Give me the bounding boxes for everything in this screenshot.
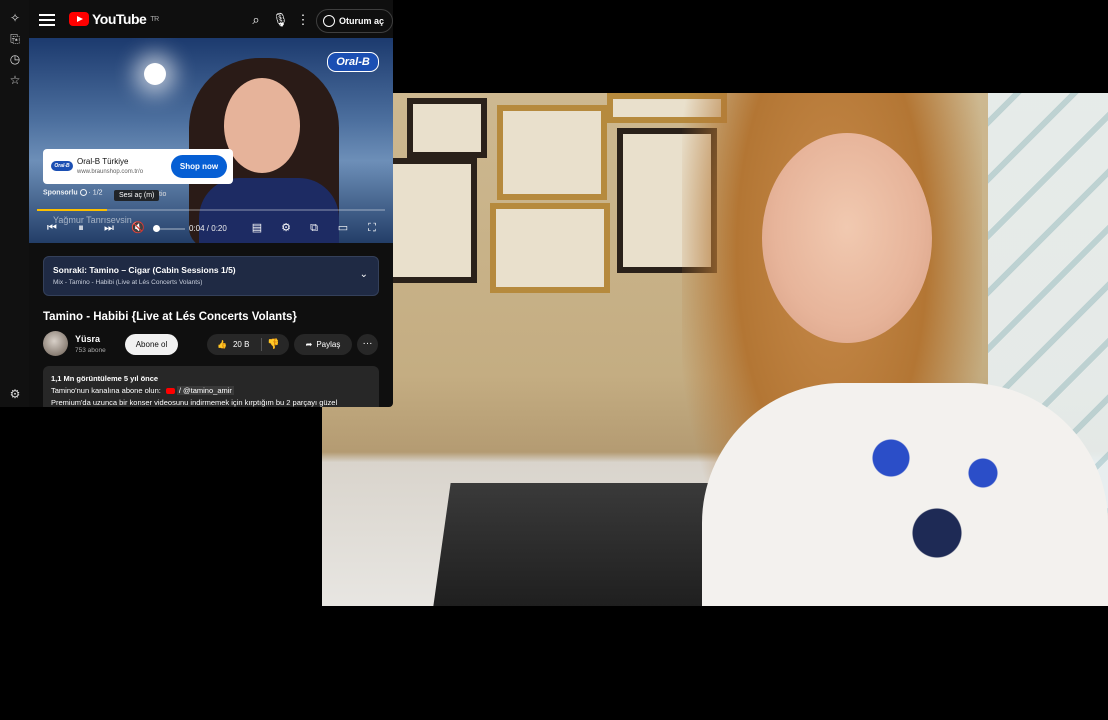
- ad-card[interactable]: Oral-B Oral-B Türkiye www.braunshop.com.…: [43, 149, 233, 184]
- bench: [433, 483, 721, 606]
- shirt-print: [822, 413, 1052, 563]
- wall-art-frame: [407, 98, 487, 158]
- captions-icon[interactable]: ▤: [249, 220, 265, 236]
- up-next-title: Sonraki: Tamino – Cigar (Cabin Sessions …: [53, 265, 236, 275]
- previous-icon[interactable]: ⏮: [44, 220, 60, 236]
- logo-text: YouTube: [92, 11, 147, 27]
- mute-tooltip: Sesi aç (m): [114, 190, 160, 201]
- channel-handle-link[interactable]: / @tamino_amir: [176, 386, 234, 395]
- search-icon[interactable]: ⌕: [248, 12, 264, 28]
- like-button[interactable]: 👍 20 B: [217, 334, 249, 355]
- pause-icon[interactable]: ⏸: [73, 220, 89, 236]
- logo-region: TR: [150, 15, 159, 23]
- history-icon[interactable]: ◷: [7, 51, 23, 67]
- description-line: Tamino'nun kanalına abone olun: / @tamino…: [51, 386, 234, 395]
- sponsor-label: Sponsorlu · 1/2: [43, 189, 103, 196]
- channel-name[interactable]: Yüsra: [75, 334, 100, 344]
- advertiser-name: Oral-B Türkiye: [77, 157, 129, 166]
- progress-fill: [37, 209, 107, 211]
- gear-icon[interactable]: ⚙: [7, 386, 23, 402]
- dislike-button[interactable]: 👎: [267, 334, 279, 355]
- youtube-play-icon: [69, 12, 89, 26]
- subscribe-button[interactable]: Abone ol: [125, 334, 178, 355]
- brand-logo: Oral-B: [327, 52, 379, 72]
- webcam-video-feed: [322, 93, 1108, 606]
- time-display: 0:04 / 0:20: [189, 224, 227, 233]
- more-horizontal-icon: ···: [362, 338, 373, 349]
- share-button[interactable]: ➦ Paylaş: [294, 334, 352, 355]
- microphone-icon[interactable]: 🎙: [272, 12, 289, 28]
- shop-now-button[interactable]: Shop now: [171, 155, 227, 178]
- translate-icon[interactable]: ⎘: [7, 31, 23, 47]
- like-count: 20 B: [232, 340, 250, 349]
- sign-in-button[interactable]: Oturum aç: [316, 9, 393, 33]
- hamburger-menu-icon[interactable]: [39, 11, 55, 27]
- youtube-mini-icon: [165, 388, 175, 395]
- thumbs-down-icon: 👎: [267, 339, 280, 350]
- description-text: Tamino'nun kanalına abone olun:: [51, 386, 161, 395]
- ad-model-face: [224, 78, 300, 173]
- up-next-subtitle: Mix - Tamino - Habibi (Live at Lés Conce…: [53, 279, 203, 286]
- advertiser-logo: Oral-B: [51, 161, 73, 171]
- youtube-logo[interactable]: YouTube TR: [69, 11, 159, 27]
- sponsor-text: Sponsorlu: [43, 189, 78, 197]
- studio-light: [144, 63, 166, 85]
- wall-art-frame: [490, 203, 610, 293]
- divider: [261, 338, 262, 351]
- account-icon: [323, 15, 335, 27]
- more-vertical-icon[interactable]: ⋮: [295, 12, 311, 28]
- subscriber-count: 753 abone: [75, 347, 106, 354]
- chevron-down-icon[interactable]: ⌄: [360, 269, 368, 280]
- theater-mode-icon[interactable]: ▭: [335, 220, 351, 236]
- thumbs-up-icon: 👍: [217, 340, 227, 349]
- settings-icon[interactable]: ⚙: [278, 220, 294, 236]
- left-rail: ✧ ⎘ ◷ ☆ ⚙: [0, 0, 29, 407]
- up-next-card[interactable]: Sonraki: Tamino – Cigar (Cabin Sessions …: [43, 256, 379, 296]
- wall-art-frame: [497, 105, 607, 200]
- volume-knob[interactable]: [153, 225, 160, 232]
- next-icon[interactable]: ⏭: [101, 220, 117, 236]
- description-text: Premium'da uzunca bir konser videosunu i…: [51, 398, 338, 407]
- view-stats: 1,1 Mn görüntüleme 5 yıl önce: [51, 374, 159, 383]
- miniplayer-icon[interactable]: ⧉: [306, 220, 322, 236]
- sponsor-count: · 1/2: [88, 189, 103, 197]
- more-actions-button[interactable]: ···: [357, 334, 378, 355]
- like-dislike-group: 👍 20 B 👎: [207, 334, 289, 355]
- tooltip-trailing-text: tio: [159, 191, 167, 198]
- share-label: Paylaş: [316, 340, 341, 349]
- sparkle-icon[interactable]: ✧: [7, 10, 23, 26]
- video-title: Tamino - Habibi {Live at Lés Concerts Vo…: [43, 311, 297, 323]
- wall-art-frame: [382, 158, 477, 283]
- youtube-header: YouTube TR ⌕ 🎙 ⋮ Oturum aç: [29, 0, 393, 38]
- player-controls: ⏮ ⏸ ⏭ 🔇 0:04 / 0:20 ▤ ⚙ ⧉ ▭ ⛶: [29, 216, 393, 242]
- fullscreen-icon[interactable]: ⛶: [364, 220, 380, 236]
- sign-in-label: Oturum aç: [339, 16, 385, 26]
- person-face: [762, 133, 932, 343]
- youtube-window: ✧ ⎘ ◷ ☆ ⚙ YouTube TR ⌕ 🎙 ⋮ Oturum aç Ora…: [0, 0, 393, 407]
- mute-icon[interactable]: 🔇: [130, 220, 146, 236]
- video-player[interactable]: Oral-B Oral-B Oral-B Türkiye www.braunsh…: [29, 38, 393, 243]
- progress-bar[interactable]: [37, 209, 385, 211]
- advertiser-url: www.braunshop.com.tr/o: [77, 169, 144, 175]
- description-box[interactable]: 1,1 Mn görüntüleme 5 yıl önce Tamino'nun…: [43, 366, 379, 407]
- info-icon[interactable]: [79, 189, 87, 196]
- volume-slider[interactable]: [157, 228, 185, 230]
- channel-avatar[interactable]: [43, 331, 68, 356]
- share-icon: ➦: [305, 340, 313, 349]
- star-icon[interactable]: ☆: [7, 72, 23, 88]
